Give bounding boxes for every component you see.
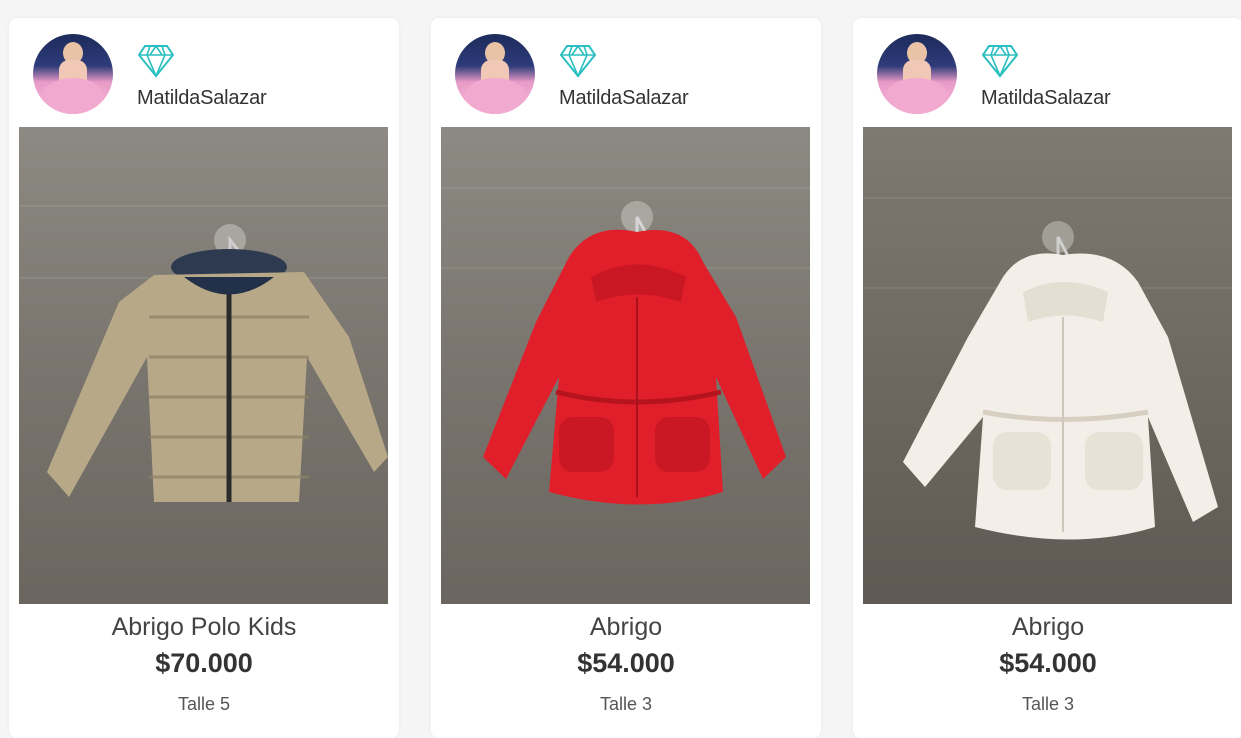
product-image[interactable] bbox=[441, 127, 810, 604]
product-price: $54.000 bbox=[577, 648, 675, 678]
seller-avatar[interactable] bbox=[455, 34, 535, 114]
seller-avatar[interactable] bbox=[877, 34, 957, 114]
product-card[interactable]: MatildaSalazar Abrigo $54.000 Talle 3 bbox=[853, 18, 1241, 738]
seller-username[interactable]: MatildaSalazar bbox=[981, 87, 1111, 110]
product-size: Talle 3 bbox=[1021, 694, 1075, 714]
seller-username[interactable]: MatildaSalazar bbox=[559, 87, 689, 110]
seller-username[interactable]: MatildaSalazar bbox=[137, 87, 267, 110]
product-card[interactable]: MatildaSalazar Abrigo Polo Kids $70.000 … bbox=[9, 18, 399, 738]
product-title[interactable]: Abrigo bbox=[431, 613, 821, 642]
product-price: $70.000 bbox=[155, 648, 253, 678]
product-title[interactable]: Abrigo Polo Kids bbox=[9, 613, 399, 642]
product-size: Talle 3 bbox=[599, 694, 653, 714]
seller-avatar[interactable] bbox=[33, 34, 113, 114]
product-size: Talle 5 bbox=[177, 694, 231, 714]
product-card[interactable]: MatildaSalazar Abrigo $54.000 Talle 3 bbox=[431, 18, 821, 738]
diamond-icon bbox=[137, 45, 175, 78]
product-title[interactable]: Abrigo bbox=[853, 613, 1241, 642]
diamond-icon bbox=[981, 45, 1019, 78]
product-price: $54.000 bbox=[999, 648, 1097, 678]
product-image[interactable] bbox=[863, 127, 1232, 604]
product-image[interactable] bbox=[19, 127, 388, 604]
diamond-icon bbox=[559, 45, 597, 78]
